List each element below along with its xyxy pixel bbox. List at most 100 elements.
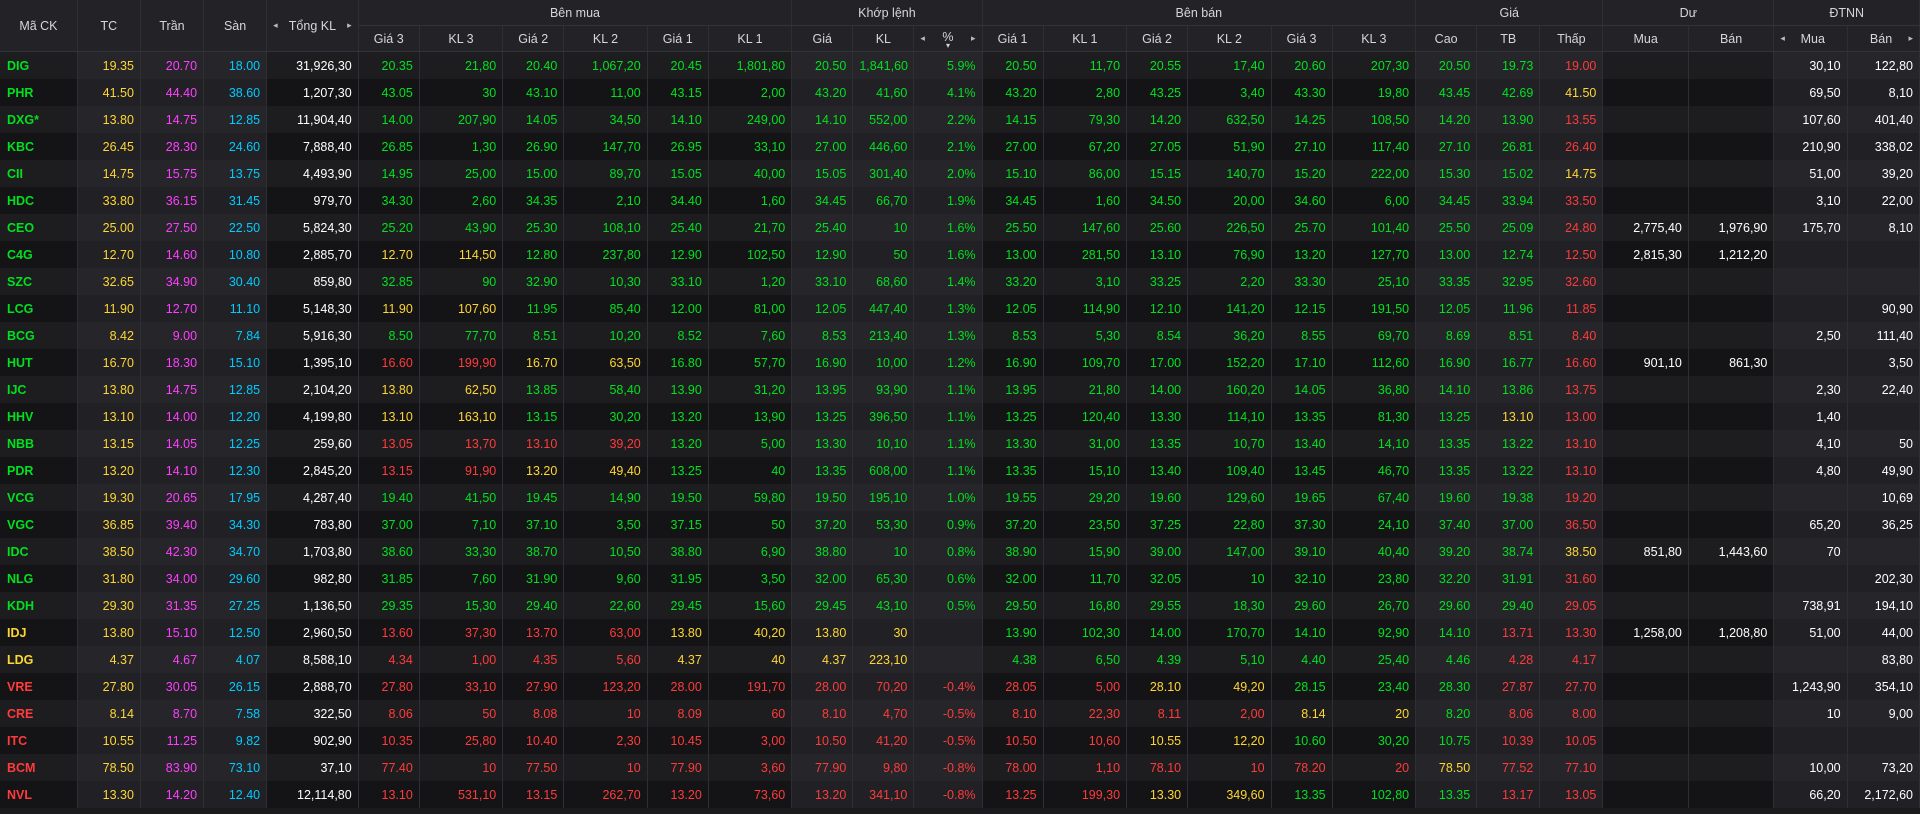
- arrow-right-icon[interactable]: ▸: [1908, 33, 1913, 44]
- total-vol-cell: 7,888,40: [266, 133, 359, 160]
- avg-header[interactable]: TB: [1476, 25, 1541, 52]
- sell-price3-cell: 12.15: [1271, 295, 1333, 322]
- symbol-cell[interactable]: HUT: [0, 349, 78, 376]
- table-row[interactable]: PHR 41.50 44.40 38.60 1,207,30 43.05 30 43.10 11…: [0, 79, 1920, 106]
- table-row[interactable]: CRE 8.14 8.70 7.58 322,50 8.06 50 8.08 10 8.09 60 8…: [0, 700, 1920, 727]
- symbol-header[interactable]: Mã CK: [0, 0, 78, 52]
- buy-price1-cell: 4.37: [647, 646, 709, 673]
- sort-down-icon[interactable]: ▾: [942, 41, 953, 49]
- symbol-cell[interactable]: NVL: [0, 781, 78, 808]
- match-price-header[interactable]: Giá: [791, 25, 854, 52]
- table-row[interactable]: HHV 13.10 14.00 12.20 4,199,80 13.10 163,10 13.…: [0, 403, 1920, 430]
- symbol-cell[interactable]: PDR: [0, 457, 78, 484]
- match-vol-cell: 41,60: [852, 79, 915, 106]
- symbol-cell[interactable]: IJC: [0, 376, 78, 403]
- table-row[interactable]: C4G 12.70 14.60 10.80 2,885,70 12.70 114,50 12.…: [0, 241, 1920, 268]
- table-row[interactable]: LDG 4.37 4.67 4.07 8,588,10 4.34 1,00 4.35 5,60 4…: [0, 646, 1920, 673]
- table-row[interactable]: DIG 19.35 20.70 18.00 31,926,30 20.35 21,80 20.…: [0, 51, 1920, 79]
- table-row[interactable]: NBB 13.15 14.05 12.25 259,60 13.05 13,70 13.10 3…: [0, 430, 1920, 457]
- table-row[interactable]: SZC 32.65 34.90 30.40 859,80 32.85 90 32.90 10,3…: [0, 268, 1920, 295]
- symbol-cell[interactable]: NLG: [0, 565, 78, 592]
- symbol-cell[interactable]: SZC: [0, 268, 78, 295]
- arrow-right-icon[interactable]: ▸: [347, 20, 352, 31]
- symbol-cell[interactable]: CRE: [0, 700, 78, 727]
- buy-vol3-cell: 1,00: [419, 646, 504, 673]
- table-row[interactable]: CII 14.75 15.75 13.75 4,493,90 14.95 25,00 15.0…: [0, 160, 1920, 187]
- surplus-sell-cell: [1688, 295, 1775, 322]
- floor-header[interactable]: Sàn: [203, 0, 268, 52]
- symbol-cell[interactable]: KBC: [0, 133, 78, 160]
- table-row[interactable]: DXG* 13.80 14.75 12.85 11,904,40 14.00 207,90 1…: [0, 106, 1920, 133]
- sell-price1-cell: 13.90: [982, 619, 1044, 646]
- symbol-cell[interactable]: C4G: [0, 241, 78, 268]
- ref-header[interactable]: TC: [77, 0, 141, 52]
- table-row[interactable]: HUT 16.70 18.30 15.10 1,395,10 16.60 199,90 16.…: [0, 349, 1920, 376]
- arrow-left-icon[interactable]: ◂: [920, 33, 925, 44]
- foreign-sell-header[interactable]: Bán ▸: [1847, 25, 1920, 52]
- table-row[interactable]: LCG 11.90 12.70 11.10 5,148,30 11.90 107,60 11.…: [0, 295, 1920, 322]
- sell-price1-header[interactable]: Giá 1: [982, 25, 1044, 52]
- symbol-cell[interactable]: BCG: [0, 322, 78, 349]
- low-cell: 27.70: [1539, 673, 1604, 700]
- table-row[interactable]: IDC 38.50 42.30 34.70 1,703,80 38.60 33,30 38.7…: [0, 538, 1920, 565]
- symbol-cell[interactable]: LDG: [0, 646, 78, 673]
- high-header[interactable]: Cao: [1415, 25, 1478, 52]
- table-row[interactable]: VGC 36.85 39.40 34.30 783,80 37.00 7,10 37.10 3,…: [0, 511, 1920, 538]
- table-row[interactable]: VCG 19.30 20.65 17.95 4,287,40 19.40 41,50 19.4…: [0, 484, 1920, 511]
- table-row[interactable]: HDC 33.80 36.15 31.45 979,70 34.30 2,60 34.35 2,…: [0, 187, 1920, 214]
- buy-vol1-header[interactable]: KL 1: [708, 25, 793, 52]
- symbol-cell[interactable]: LCG: [0, 295, 78, 322]
- table-row[interactable]: KBC 26.45 28.30 24.60 7,888,40 26.85 1,30 26.90…: [0, 133, 1920, 160]
- symbol-cell[interactable]: BCM: [0, 754, 78, 781]
- sell-vol3-header[interactable]: KL 3: [1332, 25, 1417, 52]
- table-row[interactable]: KDH 29.30 31.35 27.25 1,136,50 29.35 15,30 29.4…: [0, 592, 1920, 619]
- match-vol-header[interactable]: KL: [852, 25, 915, 52]
- table-row[interactable]: NLG 31.80 34.00 29.60 982,80 31.85 7,60 31.90 9,…: [0, 565, 1920, 592]
- buy-price2-header[interactable]: Giá 2: [502, 25, 565, 52]
- table-row[interactable]: VRE 27.80 30.05 26.15 2,888,70 27.80 33,10 27.9…: [0, 673, 1920, 700]
- buy-price1-header[interactable]: Giá 1: [647, 25, 709, 52]
- symbol-cell[interactable]: ITC: [0, 727, 78, 754]
- arrow-left-icon[interactable]: ◂: [273, 20, 278, 31]
- symbol-cell[interactable]: DIG: [0, 51, 78, 79]
- buy-vol1-cell: 21,70: [708, 214, 793, 241]
- symbol-cell[interactable]: HDC: [0, 187, 78, 214]
- match-pct-header[interactable]: ◂ % ▾ ▸: [913, 25, 983, 52]
- table-row[interactable]: ITC 10.55 11.25 9.82 902,90 10.35 25,80 10.40 2,…: [0, 727, 1920, 754]
- symbol-cell[interactable]: VCG: [0, 484, 78, 511]
- symbol-cell[interactable]: CII: [0, 160, 78, 187]
- table-row[interactable]: BCG 8.42 9.00 7.84 5,916,30 8.50 77,70 8.51 10,2…: [0, 322, 1920, 349]
- sell-price3-header[interactable]: Giá 3: [1271, 25, 1333, 52]
- symbol-cell[interactable]: IDC: [0, 538, 78, 565]
- buy-vol3-header[interactable]: KL 3: [419, 25, 504, 52]
- symbol-cell[interactable]: DXG*: [0, 106, 78, 133]
- table-row[interactable]: IDJ 13.80 15.10 12.50 2,960,50 13.60 37,30 13.7…: [0, 619, 1920, 646]
- symbol-cell[interactable]: HHV: [0, 403, 78, 430]
- low-header[interactable]: Thấp: [1539, 25, 1604, 52]
- buy-price3-header[interactable]: Giá 3: [358, 25, 420, 52]
- buy-vol2-header[interactable]: KL 2: [563, 25, 648, 52]
- symbol-cell[interactable]: KDH: [0, 592, 78, 619]
- symbol-cell[interactable]: VGC: [0, 511, 78, 538]
- sell-vol1-header[interactable]: KL 1: [1043, 25, 1128, 52]
- total-vol-header[interactable]: ◂ Tổng KL ▸: [266, 0, 359, 52]
- sell-price2-header[interactable]: Giá 2: [1126, 25, 1189, 52]
- surplus-buy-header[interactable]: Mua: [1602, 25, 1689, 52]
- table-row[interactable]: PDR 13.20 14.10 12.30 2,845,20 13.15 91,90 13.2…: [0, 457, 1920, 484]
- arrow-right-icon[interactable]: ▸: [971, 33, 976, 44]
- symbol-cell[interactable]: IDJ: [0, 619, 78, 646]
- foreign-buy-header[interactable]: ◂ Mua: [1773, 25, 1848, 52]
- symbol-cell[interactable]: NBB: [0, 430, 78, 457]
- table-row[interactable]: BCM 78.50 83.90 73.10 37,10 77.40 10 77.50 10 77.…: [0, 754, 1920, 781]
- surplus-sell-header[interactable]: Bán: [1688, 25, 1775, 52]
- table-row[interactable]: NVL 13.30 14.20 12.40 12,114,80 13.10 531,10 13…: [0, 781, 1920, 808]
- arrow-left-icon[interactable]: ◂: [1780, 33, 1785, 44]
- symbol-cell[interactable]: CEO: [0, 214, 78, 241]
- sell-vol2-header[interactable]: KL 2: [1187, 25, 1272, 52]
- symbol-cell[interactable]: PHR: [0, 79, 78, 106]
- sell-vol2-cell: 76,90: [1187, 241, 1272, 268]
- symbol-cell[interactable]: VRE: [0, 673, 78, 700]
- table-row[interactable]: CEO 25.00 27.50 22.50 5,824,30 25.20 43,90 25.3…: [0, 214, 1920, 241]
- ceil-header[interactable]: Trần: [140, 0, 205, 52]
- table-row[interactable]: IJC 13.80 14.75 12.85 2,104,20 13.80 62,50 13.8…: [0, 376, 1920, 403]
